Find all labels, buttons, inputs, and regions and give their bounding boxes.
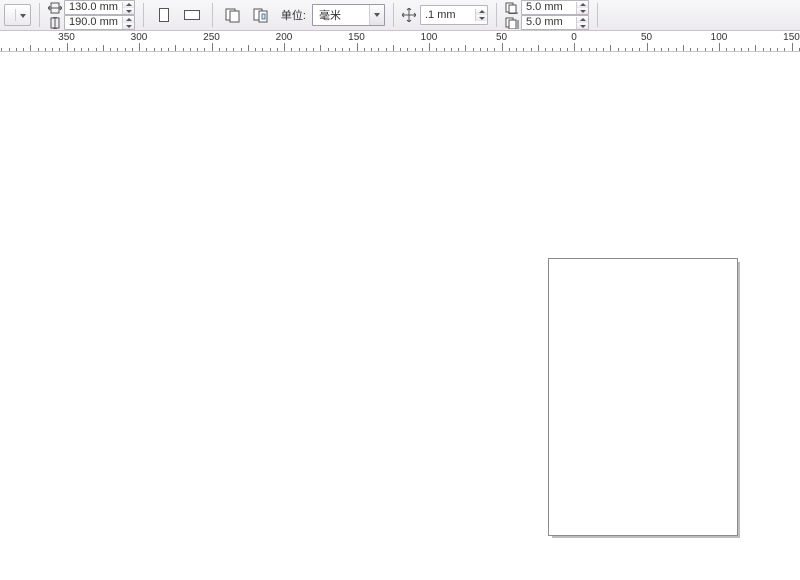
page-dimensions-group: 130.0 mm 190.0 mm xyxy=(48,1,135,29)
landscape-page-icon xyxy=(183,8,201,22)
duplicate-offset-group: 5.0 mm 5.0 mm xyxy=(505,1,589,29)
pages-stack-icon xyxy=(224,7,242,23)
nudge-distance-value: .1 mm xyxy=(421,9,475,22)
duplicate-offset-y-icon xyxy=(505,17,519,29)
apply-all-pages-button[interactable] xyxy=(221,3,245,27)
ruler-label: 50 xyxy=(496,32,507,43)
paper-preset-dropdown[interactable] xyxy=(4,4,31,26)
toolbar-divider xyxy=(393,3,394,27)
nudge-distance-input[interactable]: .1 mm xyxy=(420,5,488,25)
duplicate-offset-x-icon xyxy=(505,2,519,14)
ruler-label: 0 xyxy=(571,32,577,43)
nudge-spinner[interactable] xyxy=(475,9,487,21)
units-label: 单位: xyxy=(281,7,306,23)
page-height-icon xyxy=(48,17,62,29)
spin-down-icon[interactable] xyxy=(123,8,134,14)
horizontal-ruler[interactable]: 350 300 250 200 150 100 50 0 50 100 150 xyxy=(0,31,800,52)
page-boundary xyxy=(548,258,738,536)
spin-down-icon[interactable] xyxy=(476,15,487,21)
ruler-label: 200 xyxy=(276,32,293,43)
ruler-label: 350 xyxy=(58,32,75,43)
nudge-offset-icon xyxy=(402,8,416,22)
ruler-label: 250 xyxy=(203,32,220,43)
ruler-label: 150 xyxy=(348,32,365,43)
duplicate-offset-y-input[interactable]: 5.0 mm xyxy=(521,15,589,30)
ruler-label: 50 xyxy=(641,32,652,43)
toolbar-divider xyxy=(143,3,144,27)
toolbar-divider xyxy=(597,3,598,27)
apply-current-page-button[interactable] xyxy=(249,3,273,27)
units-dropdown[interactable]: 毫米 xyxy=(312,4,385,26)
spin-down-icon[interactable] xyxy=(577,23,588,29)
portrait-page-icon xyxy=(157,7,171,23)
duplicate-offset-x-value: 5.0 mm xyxy=(522,1,576,14)
page-height-input[interactable]: 190.0 mm xyxy=(64,15,135,30)
ruler-label: 100 xyxy=(421,32,438,43)
page-width-icon xyxy=(48,2,62,14)
ruler-label: 150 xyxy=(783,32,800,43)
spin-down-icon[interactable] xyxy=(577,8,588,14)
page-width-input[interactable]: 130.0 mm xyxy=(64,0,135,15)
property-bar: 130.0 mm 190.0 mm xyxy=(0,0,800,31)
ruler-label: 300 xyxy=(131,32,148,43)
toolbar-divider xyxy=(39,3,40,27)
page-height-value: 190.0 mm xyxy=(65,16,122,29)
chevron-down-icon xyxy=(369,5,384,25)
duplicate-offset-x-input[interactable]: 5.0 mm xyxy=(521,0,589,15)
toolbar-divider xyxy=(212,3,213,27)
dup-x-spinner[interactable] xyxy=(576,2,588,14)
duplicate-offset-y-value: 5.0 mm xyxy=(522,16,576,29)
chevron-down-icon xyxy=(15,9,30,21)
ruler-label: 100 xyxy=(711,32,728,43)
page-height-spinner[interactable] xyxy=(122,17,134,29)
page-width-value: 130.0 mm xyxy=(65,1,122,14)
orientation-portrait-button[interactable] xyxy=(152,3,176,27)
dup-y-spinner[interactable] xyxy=(576,17,588,29)
drawing-workspace[interactable] xyxy=(0,52,800,580)
page-width-spinner[interactable] xyxy=(122,2,134,14)
spin-down-icon[interactable] xyxy=(123,23,134,29)
units-selected: 毫米 xyxy=(313,7,369,23)
toolbar-divider xyxy=(496,3,497,27)
orientation-landscape-button[interactable] xyxy=(180,3,204,27)
single-page-icon xyxy=(252,7,270,23)
